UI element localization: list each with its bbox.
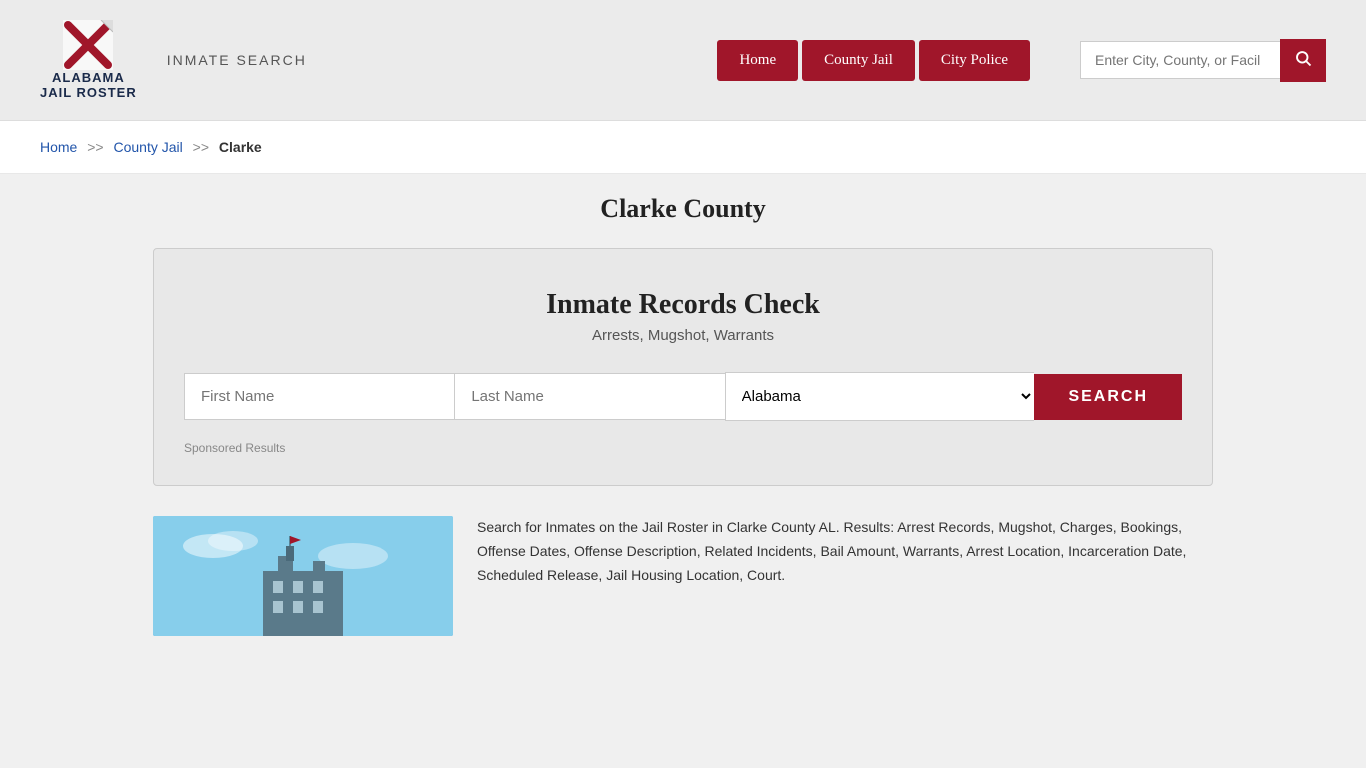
state-select[interactable]: AlabamaAlaskaArizonaArkansasCaliforniaCo… [725, 372, 1035, 421]
nav-city-police-button[interactable]: City Police [919, 40, 1030, 81]
breadcrumb-current: Clarke [219, 139, 262, 155]
page-title: Clarke County [153, 194, 1213, 224]
building-image [153, 516, 453, 636]
breadcrumb-sep1: >> [87, 139, 103, 155]
logo-text-jail: JAIL ROSTER [40, 85, 137, 100]
search-button[interactable]: SEARCH [1034, 374, 1182, 420]
nav-home-button[interactable]: Home [717, 40, 798, 81]
sponsored-label: Sponsored Results [184, 441, 1182, 455]
main-nav: Home County Jail City Police [717, 40, 1030, 81]
breadcrumb: Home >> County Jail >> Clarke [0, 121, 1366, 174]
alabama-flag-icon [63, 20, 113, 70]
breadcrumb-county-jail[interactable]: County Jail [114, 139, 183, 155]
search-icon [1294, 49, 1312, 67]
breadcrumb-home[interactable]: Home [40, 139, 77, 155]
building-silhouette-icon [153, 516, 453, 636]
records-check-title: Inmate Records Check [184, 289, 1182, 321]
header-search [1080, 39, 1326, 82]
records-check-subtitle: Arrests, Mugshot, Warrants [184, 327, 1182, 344]
page-content: Clarke County Inmate Records Check Arres… [133, 174, 1233, 656]
header-search-input[interactable] [1080, 41, 1280, 79]
header-search-button[interactable] [1280, 39, 1326, 82]
site-logo[interactable]: ALABAMA JAIL ROSTER [40, 20, 137, 100]
inmate-search-label: INMATE SEARCH [167, 52, 307, 68]
site-header: ALABAMA JAIL ROSTER INMATE SEARCH Home C… [0, 0, 1366, 121]
bottom-section: Search for Inmates on the Jail Roster in… [153, 516, 1213, 636]
last-name-input[interactable] [454, 373, 724, 420]
records-check-box: Inmate Records Check Arrests, Mugshot, W… [153, 248, 1213, 486]
logo-text-alabama: ALABAMA [52, 70, 125, 85]
first-name-input[interactable] [184, 373, 454, 420]
page-description: Search for Inmates on the Jail Roster in… [477, 516, 1213, 587]
inmate-search-form: AlabamaAlaskaArizonaArkansasCaliforniaCo… [184, 372, 1182, 421]
breadcrumb-sep2: >> [193, 139, 209, 155]
nav-county-jail-button[interactable]: County Jail [802, 40, 915, 81]
